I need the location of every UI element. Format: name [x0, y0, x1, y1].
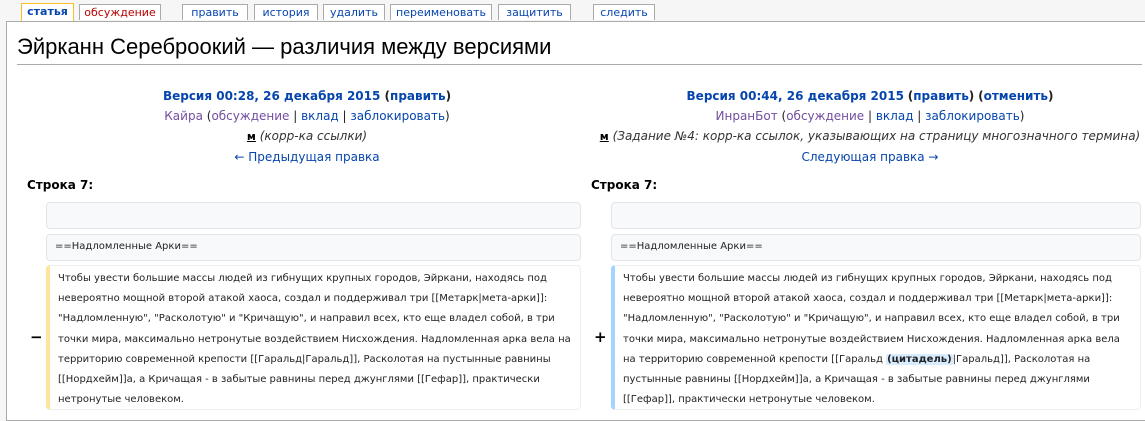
- new-revision-header: Версия 00:44, 26 декабря 2015 (править) …: [599, 89, 1141, 164]
- old-revision-header: Версия 00:28, 26 декабря 2015 (править) …: [162, 89, 452, 164]
- new-edit-summary: (Задание №4: корр-ка ссылок, указывающих…: [612, 129, 1141, 143]
- old-minor-edit-mark: м: [246, 130, 256, 143]
- old-edit-summary: (корр-ка ссылки): [259, 129, 368, 143]
- tab-move[interactable]: переименовать: [390, 4, 492, 20]
- old-user-link[interactable]: Кайра: [164, 109, 203, 123]
- deleted-line: Чтобы увести большие массы людей из гибн…: [46, 265, 581, 410]
- new-line-number: Строка 7:: [591, 178, 658, 192]
- new-user-talk-link[interactable]: обсуждение: [786, 109, 864, 123]
- previous-edit-link[interactable]: ← Предыдущая правка: [234, 150, 379, 164]
- inserted-text-highlight: (цитадель): [886, 353, 953, 365]
- tab-protect[interactable]: защитить: [498, 4, 571, 20]
- tab-article[interactable]: статья: [21, 3, 74, 22]
- old-edit-link[interactable]: править: [390, 89, 446, 103]
- added-line-marker: +: [594, 328, 607, 346]
- new-minor-edit-mark: м: [599, 130, 609, 143]
- new-version-link[interactable]: Версия 00:44, 26 декабря 2015: [687, 89, 904, 103]
- tab-watch[interactable]: следить: [593, 4, 655, 20]
- tab-history[interactable]: история: [254, 4, 318, 20]
- page-tabs: статья обсуждение править история удалит…: [0, 0, 1145, 22]
- old-context-heading: ==Надломленные Арки==: [46, 234, 581, 261]
- new-user-block-link[interactable]: заблокировать: [925, 109, 1020, 123]
- new-context-empty: [611, 202, 1141, 229]
- old-line-number: Строка 7:: [27, 178, 94, 192]
- tab-edit[interactable]: править: [182, 4, 248, 20]
- deleted-line-marker: −: [30, 328, 43, 346]
- paren-close: ): [445, 89, 452, 103]
- page-title: Эйрканн Сереброокий — различия между вер…: [17, 34, 552, 59]
- old-version-link[interactable]: Версия 00:28, 26 декабря 2015: [163, 89, 380, 103]
- undo-link[interactable]: отменить: [984, 89, 1048, 103]
- new-edit-link[interactable]: править: [913, 89, 969, 103]
- added-line: Чтобы увести большие массы людей из гибн…: [611, 265, 1141, 410]
- old-context-empty: [46, 202, 581, 229]
- new-user-link[interactable]: ИнранБот: [716, 109, 778, 123]
- new-user-contribs-link[interactable]: вклад: [876, 109, 914, 123]
- tab-delete[interactable]: удалить: [323, 4, 385, 20]
- old-user-block-link[interactable]: заблокировать: [350, 109, 445, 123]
- next-edit-link[interactable]: Следующая правка →: [802, 150, 939, 164]
- old-user-contribs-link[interactable]: вклад: [301, 109, 339, 123]
- content-panel: Эйрканн Сереброокий — различия между вер…: [6, 21, 1145, 421]
- added-text-before: Чтобы увести большие массы людей из гибн…: [623, 273, 1120, 365]
- tab-discussion[interactable]: обсуждение: [79, 4, 161, 20]
- new-context-heading: ==Надломленные Арки==: [611, 234, 1141, 261]
- title-divider: [17, 64, 1142, 65]
- paren-open: (: [380, 89, 391, 103]
- old-user-talk-link[interactable]: обсуждение: [211, 109, 289, 123]
